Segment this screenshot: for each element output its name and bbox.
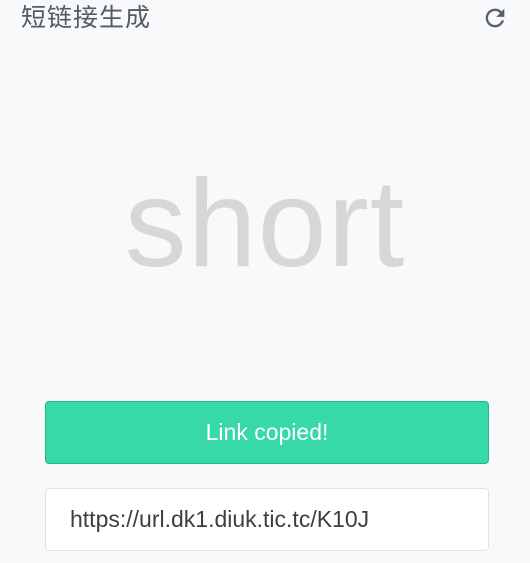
short-link-app: 短链接生成 short Link copied! [0,0,530,563]
copy-link-button[interactable]: Link copied! [45,401,489,464]
hero-word: short [124,155,406,293]
page-title: 短链接生成 [21,3,152,32]
short-url-field[interactable] [45,488,489,551]
refresh-icon[interactable] [481,4,509,32]
